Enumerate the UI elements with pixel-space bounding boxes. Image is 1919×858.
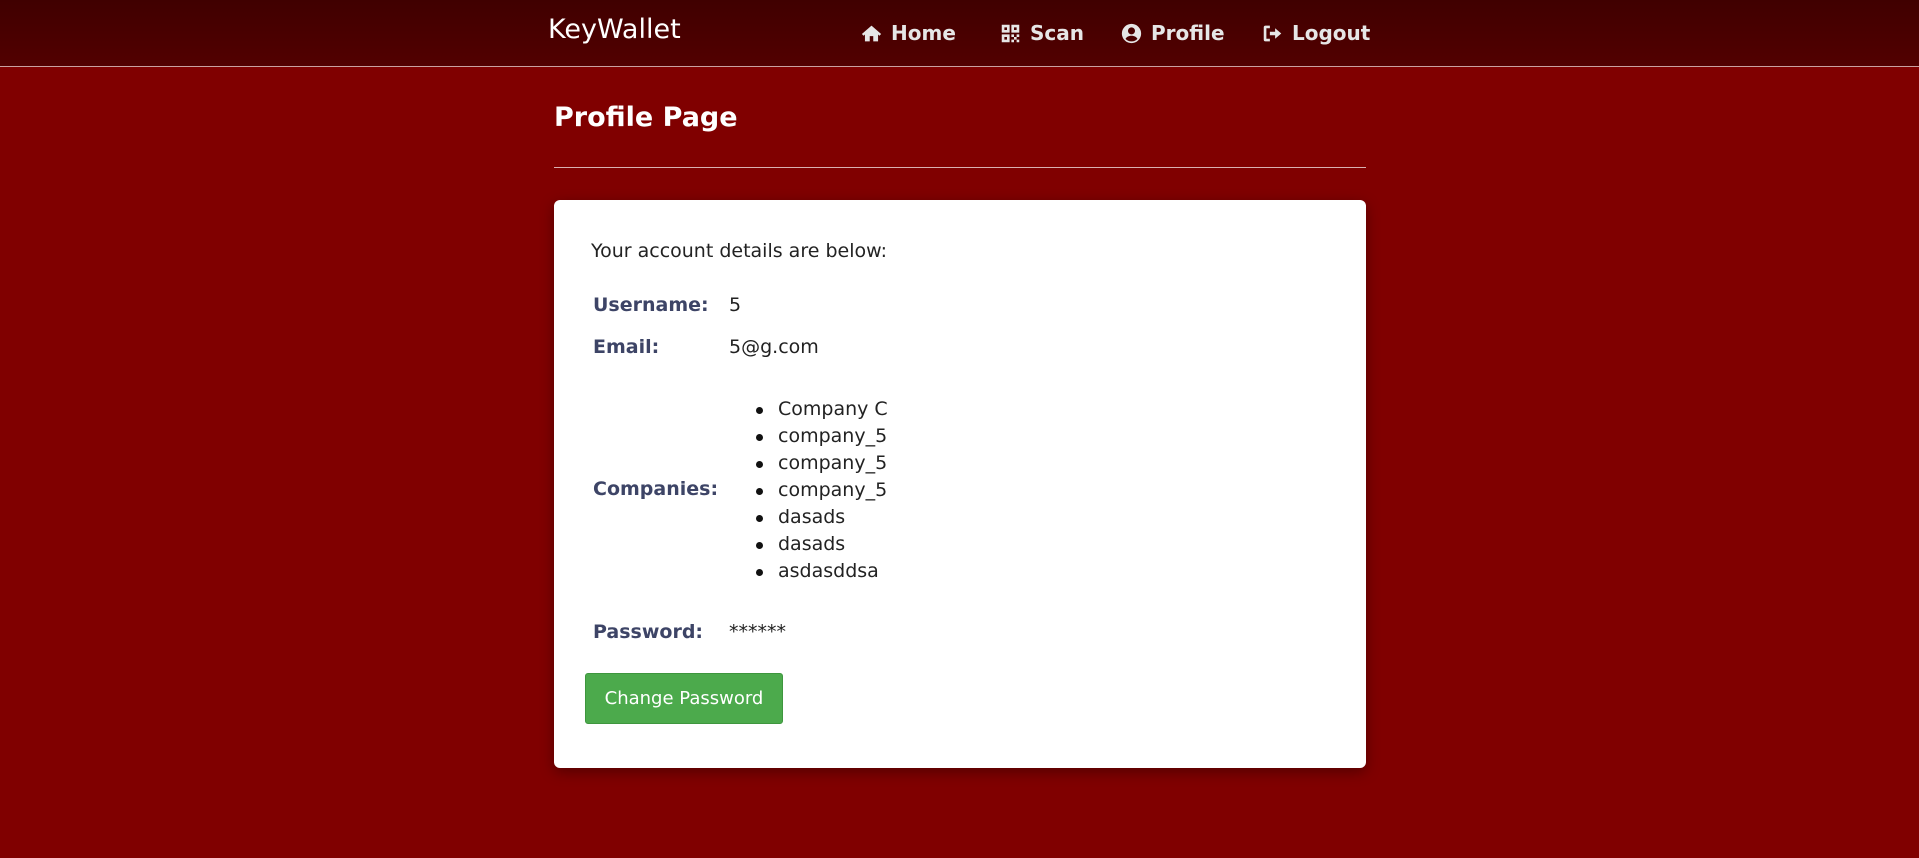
nav-link-home[interactable]: Home [861, 19, 956, 47]
email-value: 5@g.com [729, 336, 819, 358]
title-divider [554, 167, 1366, 168]
brand-logo[interactable]: KeyWallet [548, 14, 681, 45]
nav-link-profile[interactable]: Profile [1121, 19, 1225, 47]
company-list-item: Company C [756, 396, 888, 423]
nav-link-profile-label: Profile [1151, 21, 1225, 45]
email-label: Email: [593, 336, 660, 358]
company-list-item: company_5 [756, 450, 888, 477]
user-circle-icon [1121, 23, 1142, 43]
nav-link-logout[interactable]: Logout [1262, 19, 1370, 47]
nav-link-scan[interactable]: Scan [1000, 19, 1084, 47]
home-icon [861, 25, 882, 41]
company-list-item: dasads [756, 504, 888, 531]
password-label: Password: [593, 621, 704, 643]
nav-link-home-label: Home [891, 21, 956, 45]
change-password-button[interactable]: Change Password [585, 673, 783, 724]
company-list-item: company_5 [756, 477, 888, 504]
nav-link-logout-label: Logout [1292, 21, 1371, 45]
password-value: ****** [729, 621, 786, 643]
username-value: 5 [729, 294, 742, 316]
page-title: Profile Page [554, 102, 738, 133]
top-navbar: KeyWallet Home Scan Profile Logout [0, 0, 1919, 67]
companies-label: Companies: [593, 478, 719, 500]
qr-code-icon [1001, 24, 1020, 42]
companies-list: Company C company_5 company_5 company_5 … [756, 396, 888, 585]
nav-link-scan-label: Scan [1030, 21, 1084, 45]
account-details-card: Your account details are below: Username… [554, 200, 1366, 768]
company-list-item: company_5 [756, 423, 888, 450]
company-list-item: dasads [756, 531, 888, 558]
account-intro-text: Your account details are below: [591, 240, 887, 262]
sign-out-icon [1263, 25, 1282, 41]
username-label: Username: [593, 294, 709, 316]
company-list-item: asdasddsa [756, 558, 888, 585]
